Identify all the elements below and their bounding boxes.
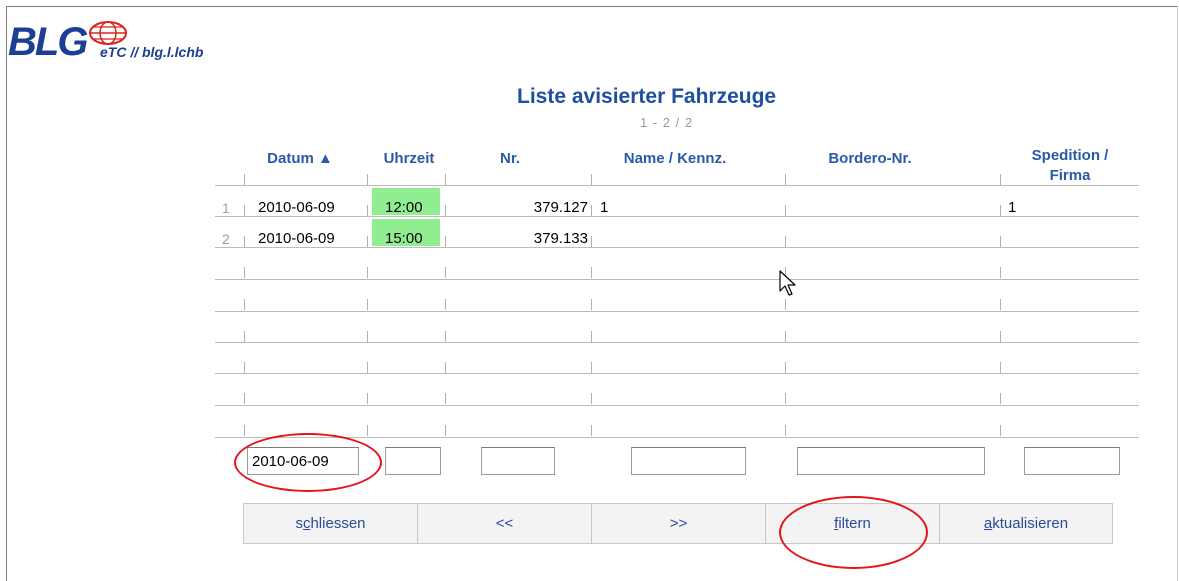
table-row-line bbox=[215, 405, 1139, 406]
table-row-line bbox=[215, 185, 1139, 186]
logo-text: BLG bbox=[8, 20, 88, 64]
row-number: 1 bbox=[222, 200, 230, 216]
column-separator bbox=[1000, 425, 1001, 436]
cell-nr: 379.127 bbox=[533, 199, 588, 216]
column-separator bbox=[445, 393, 446, 404]
column-separator bbox=[785, 331, 786, 342]
column-separator bbox=[785, 362, 786, 373]
column-separator bbox=[367, 236, 368, 247]
table-row-line bbox=[215, 373, 1139, 374]
column-separator bbox=[591, 299, 592, 310]
cell-datum: 2010-06-09 bbox=[258, 199, 335, 216]
column-separator bbox=[367, 267, 368, 278]
column-separator bbox=[785, 205, 786, 216]
column-separator bbox=[244, 174, 245, 185]
cell-uhrzeit: 15:00 bbox=[385, 230, 423, 247]
column-separator bbox=[1000, 331, 1001, 342]
cell-spedition: 1 bbox=[1008, 199, 1017, 216]
table-row-line bbox=[215, 311, 1139, 312]
filter-uhrzeit-input[interactable] bbox=[385, 447, 441, 475]
column-separator bbox=[445, 362, 446, 373]
table-row-line bbox=[215, 342, 1139, 343]
column-header-spedition-line1: Spedition / bbox=[1031, 147, 1109, 164]
column-separator bbox=[445, 425, 446, 436]
column-separator bbox=[591, 267, 592, 278]
refresh-button[interactable]: aktualisieren bbox=[940, 504, 1112, 543]
column-header-datum[interactable]: Datum ▲ bbox=[255, 150, 345, 167]
row-number: 2 bbox=[222, 231, 230, 247]
cell-name: 1 bbox=[600, 199, 609, 216]
table-row-line bbox=[215, 216, 1139, 217]
column-separator bbox=[591, 205, 592, 216]
column-separator bbox=[445, 331, 446, 342]
column-separator bbox=[1000, 362, 1001, 373]
column-separator bbox=[445, 236, 446, 247]
column-separator bbox=[785, 393, 786, 404]
filter-bordero-input[interactable] bbox=[797, 447, 985, 475]
column-header-name[interactable]: Name / Kennz. bbox=[600, 150, 750, 167]
column-header-nr[interactable]: Nr. bbox=[480, 150, 540, 167]
column-separator bbox=[785, 299, 786, 310]
column-separator bbox=[1000, 393, 1001, 404]
annotation-circle-filter bbox=[779, 496, 928, 569]
column-separator bbox=[1000, 205, 1001, 216]
table-row-line bbox=[215, 247, 1139, 248]
column-separator bbox=[244, 299, 245, 310]
page-title: Liste avisierter Fahrzeuge bbox=[517, 85, 777, 108]
column-separator bbox=[244, 425, 245, 436]
column-separator bbox=[1000, 236, 1001, 247]
column-separator bbox=[244, 331, 245, 342]
column-separator bbox=[244, 267, 245, 278]
column-separator bbox=[445, 299, 446, 310]
record-count: 1 - 2 / 2 bbox=[640, 115, 694, 130]
globe-icon bbox=[89, 21, 127, 45]
column-separator bbox=[591, 236, 592, 247]
column-separator bbox=[591, 331, 592, 342]
close-button[interactable]: schliessen bbox=[244, 504, 418, 543]
cell-datum: 2010-06-09 bbox=[258, 230, 335, 247]
column-separator bbox=[367, 393, 368, 404]
column-separator bbox=[785, 236, 786, 247]
column-separator bbox=[591, 362, 592, 373]
previous-page-button[interactable]: << bbox=[418, 504, 592, 543]
column-separator bbox=[367, 362, 368, 373]
table-row-line bbox=[215, 437, 1139, 438]
column-header-bordero[interactable]: Bordero-Nr. bbox=[810, 150, 930, 167]
table-row-line bbox=[215, 279, 1139, 280]
column-separator bbox=[244, 205, 245, 216]
filter-nr-input[interactable] bbox=[481, 447, 555, 475]
filter-spedition-input[interactable] bbox=[1024, 447, 1120, 475]
column-separator bbox=[591, 425, 592, 436]
column-header-spedition[interactable]: Spedition / Firma bbox=[1005, 146, 1135, 186]
column-separator bbox=[367, 299, 368, 310]
mouse-cursor-icon bbox=[779, 270, 796, 296]
column-separator bbox=[244, 236, 245, 247]
column-separator bbox=[445, 174, 446, 185]
column-separator bbox=[591, 393, 592, 404]
column-separator bbox=[244, 362, 245, 373]
column-separator bbox=[1000, 174, 1001, 185]
column-separator bbox=[445, 205, 446, 216]
column-separator bbox=[785, 425, 786, 436]
column-separator bbox=[1000, 267, 1001, 278]
column-separator bbox=[244, 393, 245, 404]
column-separator bbox=[367, 331, 368, 342]
column-header-uhrzeit[interactable]: Uhrzeit bbox=[370, 150, 448, 167]
cell-uhrzeit: 12:00 bbox=[385, 199, 423, 216]
column-separator bbox=[367, 425, 368, 436]
column-separator bbox=[445, 267, 446, 278]
annotation-circle-date bbox=[234, 433, 382, 492]
filter-name-input[interactable] bbox=[631, 447, 746, 475]
app-subtitle: eTC // blg.l.lchb bbox=[100, 44, 204, 60]
next-page-button[interactable]: >> bbox=[592, 504, 766, 543]
logo: BLG eTC // blg.l.lchb bbox=[8, 20, 308, 70]
column-separator bbox=[591, 174, 592, 185]
column-separator bbox=[785, 174, 786, 185]
button-bar: schliessen << >> filtern aktualisieren bbox=[243, 503, 1113, 544]
column-separator bbox=[1000, 299, 1001, 310]
column-separator bbox=[367, 174, 368, 185]
cell-nr: 379.133 bbox=[533, 230, 588, 247]
column-separator bbox=[367, 205, 368, 216]
column-header-spedition-line2: Firma bbox=[1049, 167, 1091, 184]
